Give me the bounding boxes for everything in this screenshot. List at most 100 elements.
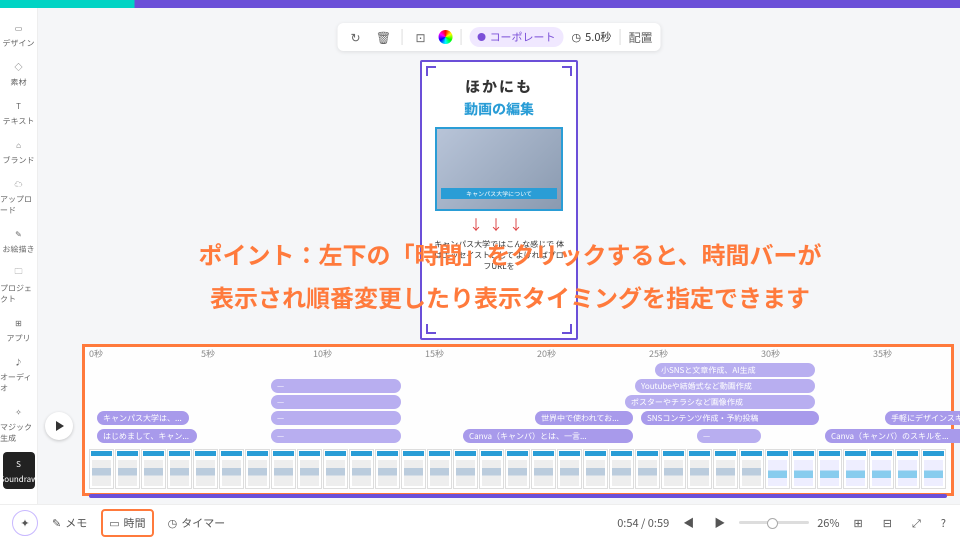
sync-icon[interactable]: ↻ xyxy=(346,27,366,47)
sidebar-item-soundraw[interactable]: SSoundraw xyxy=(3,452,35,489)
timeline-clip[interactable]: — xyxy=(271,411,401,425)
layout-button[interactable]: 配置 xyxy=(628,27,652,47)
sidebar-item-draw[interactable]: ✎お絵描き xyxy=(0,222,37,259)
duration-button[interactable]: ◷5.0秒 xyxy=(572,29,612,45)
page-thumbnail[interactable] xyxy=(375,449,400,489)
corner-decoration xyxy=(426,324,436,334)
timeline-tracks[interactable]: キャンパス大学は、... はじめまして、キャン... — — — — 世界中で使われてお..… xyxy=(85,361,951,449)
page-thumbnail[interactable] xyxy=(791,449,816,489)
time-ruler[interactable]: 0秒5秒10秒15秒20秒25秒30秒35秒 xyxy=(85,347,951,361)
sidebar-item-text[interactable]: T テキスト xyxy=(0,94,37,131)
page-thumbnail[interactable] xyxy=(869,449,894,489)
memo-button[interactable]: ✎メモ xyxy=(46,511,93,535)
page-thumbnail[interactable] xyxy=(115,449,140,489)
separator xyxy=(461,29,462,45)
timeline-clip[interactable]: Youtubeや結婚式など動画作成 xyxy=(635,379,815,393)
page-thumbnail[interactable] xyxy=(245,449,270,489)
page-thumbnail[interactable] xyxy=(739,449,764,489)
sidebar-item-apps[interactable]: ⊞アプリ xyxy=(0,311,37,348)
timeline-clip[interactable]: 世界中で使われてお... xyxy=(535,411,633,425)
prev-page-button[interactable]: ◀ xyxy=(677,511,700,535)
page-thumbnail[interactable] xyxy=(661,449,686,489)
canvas-area: ↻ 🗑 ⊡ コーポレート ◷5.0秒 配置 ほかにも 動画の編集 キャンパス大学… xyxy=(38,8,960,340)
timeline-clip[interactable]: ポスターやチラシなど画像作成 xyxy=(625,395,815,409)
timeline-clip[interactable]: — xyxy=(271,379,401,393)
grid-view-button[interactable]: ⊞ xyxy=(848,511,869,535)
upload-icon: ☁ xyxy=(11,176,27,192)
timeline-clip[interactable]: — xyxy=(271,395,401,409)
trash-icon[interactable]: 🗑 xyxy=(374,27,394,47)
audio-track[interactable] xyxy=(89,494,947,498)
timeline-clip[interactable]: Canva（キャンバ）とは、一言... xyxy=(463,429,633,443)
page-thumbnail[interactable] xyxy=(843,449,868,489)
page-thumbnail[interactable] xyxy=(349,449,374,489)
timeline-clip[interactable]: Canva（キャンバ）のスキルを... xyxy=(825,429,960,443)
page-thumbnail[interactable] xyxy=(427,449,452,489)
page-thumbnail[interactable] xyxy=(193,449,218,489)
page-thumbnail[interactable] xyxy=(323,449,348,489)
page-thumbnail[interactable] xyxy=(141,449,166,489)
page-thumbnail[interactable] xyxy=(557,449,582,489)
zoom-slider[interactable] xyxy=(739,521,809,524)
timer-button[interactable]: ◷タイマー xyxy=(162,511,232,535)
card-title-1: ほかにも xyxy=(465,76,533,97)
page-thumbnail[interactable] xyxy=(583,449,608,489)
help-button[interactable]: ? xyxy=(935,511,952,535)
page-thumbnail[interactable] xyxy=(89,449,114,489)
sidebar-item-elements[interactable]: ◇素材 xyxy=(0,55,37,92)
sidebar-item-magic[interactable]: ✧マジック生成 xyxy=(0,400,37,448)
next-page-button[interactable]: ▶ xyxy=(708,511,731,535)
page-thumbnail[interactable] xyxy=(713,449,738,489)
page-thumbnail[interactable] xyxy=(271,449,296,489)
timeline-clip[interactable]: キャンパス大学は、... xyxy=(97,411,189,425)
time-progress: 0:54 / 0:59 xyxy=(617,515,669,531)
sidebar-item-label: 素材 xyxy=(11,77,27,88)
timeline-clip[interactable]: 手軽にデザインスキルを... xyxy=(885,411,960,425)
page-thumbnail[interactable] xyxy=(895,449,920,489)
page-thumbnail[interactable] xyxy=(635,449,660,489)
sidebar-item-label: テキスト xyxy=(3,116,35,127)
timeline-clip[interactable]: — xyxy=(271,429,401,443)
page-thumbnail[interactable] xyxy=(167,449,192,489)
timeline-clip[interactable]: はじめまして、キャン... xyxy=(97,429,197,443)
page-thumbnail[interactable] xyxy=(765,449,790,489)
canvas-page[interactable]: ほかにも 動画の編集 キャンパス大学について ↓↓↓ キャンパス大学ではこんな感… xyxy=(420,60,578,340)
corner-decoration xyxy=(562,66,572,76)
page-thumbnails[interactable] xyxy=(85,449,951,491)
magic-button[interactable]: ✦ xyxy=(12,510,38,536)
color-icon[interactable] xyxy=(439,30,453,44)
time-button[interactable]: ▭時間 xyxy=(101,509,153,537)
timeline-clip[interactable]: 小SNSと文章作成、AI生成 xyxy=(655,363,815,377)
play-button[interactable] xyxy=(45,412,73,440)
page-thumbnail[interactable] xyxy=(921,449,946,489)
page-thumbnail[interactable] xyxy=(531,449,556,489)
timeline-icon: ▭ xyxy=(109,515,119,531)
sidebar-item-design[interactable]: ▭デザイン xyxy=(0,16,37,53)
list-view-button[interactable]: ⊟ xyxy=(877,511,898,535)
sidebar-item-audio[interactable]: ♪オーディオ xyxy=(0,350,37,398)
animation-select[interactable]: コーポレート xyxy=(470,27,564,47)
crop-icon[interactable]: ⊡ xyxy=(411,27,431,47)
separator xyxy=(402,29,403,45)
sidebar-item-brand[interactable]: ⌂ブランド xyxy=(0,133,37,170)
text-icon: T xyxy=(11,98,27,114)
page-thumbnail[interactable] xyxy=(505,449,530,489)
sidebar-item-project[interactable]: 🗀プロジェクト xyxy=(0,261,37,309)
page-thumbnail[interactable] xyxy=(219,449,244,489)
page-thumbnail[interactable] xyxy=(817,449,842,489)
page-thumbnail[interactable] xyxy=(687,449,712,489)
timeline-clip[interactable]: — xyxy=(697,429,761,443)
sidebar-item-upload[interactable]: ☁ アップロード xyxy=(0,172,37,220)
fullscreen-button[interactable]: ⤢ xyxy=(906,511,927,535)
page-thumbnail[interactable] xyxy=(479,449,504,489)
draw-icon: ✎ xyxy=(11,226,27,242)
page-thumbnail[interactable] xyxy=(453,449,478,489)
page-thumbnail[interactable] xyxy=(609,449,634,489)
timeline-panel: 0秒5秒10秒15秒20秒25秒30秒35秒 キャンパス大学は、... はじめまし… xyxy=(82,344,954,496)
sidebar-item-label: アップロード xyxy=(0,194,37,216)
timeline-clip[interactable]: SNSコンテンツ作成・予約投稿 xyxy=(641,411,819,425)
page-thumbnail[interactable] xyxy=(297,449,322,489)
ruler-tick: 25秒 xyxy=(649,347,761,361)
page-thumbnail[interactable] xyxy=(401,449,426,489)
folder-icon: 🗀 xyxy=(11,265,27,281)
